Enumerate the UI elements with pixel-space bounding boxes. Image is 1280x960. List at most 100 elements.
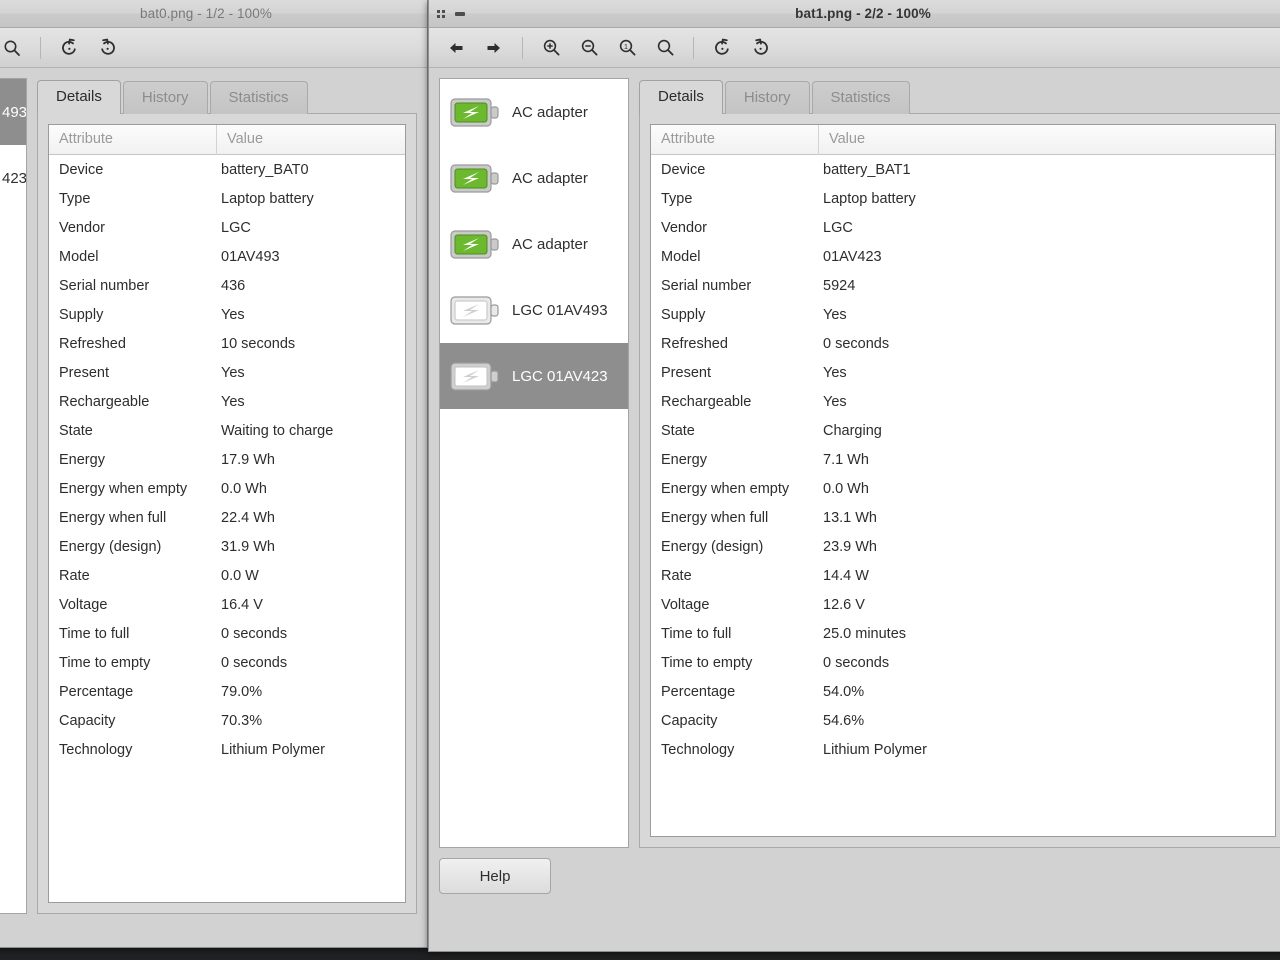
- right-tab-details[interactable]: Details: [639, 80, 723, 114]
- right-device-label-1: AC adapter: [512, 169, 588, 187]
- table-row[interactable]: Serial number 436: [49, 271, 405, 300]
- right-attr-name-1: Type: [661, 190, 693, 207]
- left-header-attribute[interactable]: Attribute: [49, 125, 217, 155]
- right-attr-value-19: 54.6%: [823, 712, 865, 729]
- table-row[interactable]: State Charging: [651, 416, 1275, 445]
- table-row[interactable]: Energy when full 13.1 Wh: [651, 503, 1275, 532]
- table-row[interactable]: Rechargeable Yes: [49, 387, 405, 416]
- table-row[interactable]: Time to empty 0 seconds: [651, 648, 1275, 677]
- left-device-list-item-0[interactable]: 493: [0, 79, 26, 145]
- table-row[interactable]: Time to empty 0 seconds: [49, 648, 405, 677]
- left-tab-statistics[interactable]: Statistics: [209, 81, 308, 114]
- right-window-footer: Help: [429, 858, 1280, 906]
- rotate-right-icon[interactable]: [90, 33, 124, 63]
- minimize-icon[interactable]: [455, 11, 465, 16]
- left-device-list[interactable]: 493 423: [0, 78, 27, 914]
- table-row[interactable]: Device battery_BAT0: [49, 155, 405, 184]
- zoom-fit-icon[interactable]: [648, 33, 682, 63]
- table-row[interactable]: Capacity 70.3%: [49, 706, 405, 735]
- rotate-right-icon[interactable]: [743, 33, 777, 63]
- table-row[interactable]: Vendor LGC: [651, 213, 1275, 242]
- table-row[interactable]: Model 01AV493: [49, 242, 405, 271]
- left-device-list-item-1[interactable]: 423: [0, 145, 26, 211]
- left-attr-name-17: Time to empty: [59, 654, 151, 671]
- right-attr-name-4: Serial number: [661, 277, 752, 294]
- right-tab-content: Attribute Value Device battery_BAT1 Type La…: [639, 113, 1280, 848]
- right-device-list-item-0[interactable]: AC adapter: [440, 79, 628, 145]
- table-row[interactable]: Energy when empty 0.0 Wh: [49, 474, 405, 503]
- rotate-left-icon[interactable]: [705, 33, 739, 63]
- table-row[interactable]: Energy (design) 31.9 Wh: [49, 532, 405, 561]
- left-attr-value-20: Lithium Polymer: [221, 741, 325, 758]
- right-device-list-item-1[interactable]: AC adapter: [440, 145, 628, 211]
- left-window-title: bat0.png - 1/2 - 100%: [140, 6, 272, 21]
- table-row[interactable]: Energy 7.1 Wh: [651, 445, 1275, 474]
- table-row[interactable]: Vendor LGC: [49, 213, 405, 242]
- table-row[interactable]: Refreshed 10 seconds: [49, 329, 405, 358]
- right-attr-value-7: Yes: [823, 364, 847, 381]
- table-row[interactable]: Device battery_BAT1: [651, 155, 1275, 184]
- left-attr-value-17: 0 seconds: [221, 654, 288, 671]
- left-attr-name-11: Energy when empty: [59, 480, 188, 497]
- search-icon[interactable]: [0, 33, 29, 63]
- image-viewer-window-bat0[interactable]: bat0.png - 1/2 - 100% 493 423 Details Hi…: [0, 0, 428, 948]
- image-viewer-window-bat1[interactable]: bat1.png - 2/2 - 100% 1 AC adapter AC ad…: [428, 0, 1280, 952]
- left-tab-details[interactable]: Details: [37, 80, 121, 114]
- rotate-left-icon[interactable]: [52, 33, 86, 63]
- right-attr-value-1: Laptop battery: [823, 190, 916, 207]
- right-titlebar[interactable]: bat1.png - 2/2 - 100%: [429, 0, 1280, 28]
- left-attr-name-15: Voltage: [59, 596, 108, 613]
- left-attr-name-0: Device: [59, 161, 104, 178]
- left-header-value[interactable]: Value: [217, 125, 405, 155]
- table-row[interactable]: Time to full 25.0 minutes: [651, 619, 1275, 648]
- right-device-list-item-4[interactable]: LGC 01AV423: [440, 343, 628, 409]
- table-row[interactable]: Type Laptop battery: [49, 184, 405, 213]
- table-row[interactable]: Percentage 79.0%: [49, 677, 405, 706]
- zoom-normal-icon[interactable]: 1: [610, 33, 644, 63]
- left-tab-history[interactable]: History: [122, 81, 208, 114]
- table-row[interactable]: Energy (design) 23.9 Wh: [651, 532, 1275, 561]
- table-row[interactable]: Type Laptop battery: [651, 184, 1275, 213]
- help-button[interactable]: Help: [439, 858, 551, 894]
- table-row[interactable]: Energy when empty 0.0 Wh: [651, 474, 1275, 503]
- left-table-header: Attribute Value: [49, 125, 405, 155]
- table-row[interactable]: Refreshed 0 seconds: [651, 329, 1275, 358]
- table-row[interactable]: Rate 14.4 W: [651, 561, 1275, 590]
- right-attr-value-12: 13.1 Wh: [823, 509, 877, 526]
- right-device-list-item-2[interactable]: AC adapter: [440, 211, 628, 277]
- right-attr-name-18: Percentage: [661, 683, 736, 700]
- left-window-body: 493 423 Details History Statistics Attri…: [0, 68, 427, 924]
- table-row[interactable]: State Waiting to charge: [49, 416, 405, 445]
- left-device-label-1: 423: [2, 169, 27, 187]
- window-menu-icon[interactable]: [437, 9, 445, 18]
- right-header-attribute[interactable]: Attribute: [651, 125, 819, 155]
- table-row[interactable]: Energy when full 22.4 Wh: [49, 503, 405, 532]
- table-row[interactable]: Capacity 54.6%: [651, 706, 1275, 735]
- zoom-in-icon[interactable]: [534, 33, 568, 63]
- table-row[interactable]: Supply Yes: [651, 300, 1275, 329]
- right-device-list-item-3[interactable]: LGC 01AV493: [440, 277, 628, 343]
- table-row[interactable]: Rate 0.0 W: [49, 561, 405, 590]
- table-row[interactable]: Serial number 5924: [651, 271, 1275, 300]
- table-row[interactable]: Technology Lithium Polymer: [651, 735, 1275, 764]
- table-row[interactable]: Voltage 12.6 V: [651, 590, 1275, 619]
- back-arrow-icon[interactable]: [439, 33, 473, 63]
- table-row[interactable]: Technology Lithium Polymer: [49, 735, 405, 764]
- table-row[interactable]: Time to full 0 seconds: [49, 619, 405, 648]
- table-row[interactable]: Voltage 16.4 V: [49, 590, 405, 619]
- table-row[interactable]: Percentage 54.0%: [651, 677, 1275, 706]
- right-panel: Details History Statistics Attribute Val…: [639, 78, 1280, 848]
- forward-arrow-icon[interactable]: [477, 33, 511, 63]
- table-row[interactable]: Supply Yes: [49, 300, 405, 329]
- table-row[interactable]: Model 01AV423: [651, 242, 1275, 271]
- table-row[interactable]: Present Yes: [651, 358, 1275, 387]
- table-row[interactable]: Present Yes: [49, 358, 405, 387]
- right-header-value[interactable]: Value: [819, 125, 1275, 155]
- left-titlebar[interactable]: bat0.png - 1/2 - 100%: [0, 0, 427, 28]
- right-tab-history[interactable]: History: [724, 81, 810, 114]
- table-row[interactable]: Energy 17.9 Wh: [49, 445, 405, 474]
- right-tab-statistics[interactable]: Statistics: [811, 81, 910, 114]
- zoom-out-icon[interactable]: [572, 33, 606, 63]
- table-row[interactable]: Rechargeable Yes: [651, 387, 1275, 416]
- right-device-list[interactable]: AC adapter AC adapter AC adapter LGC 01AV49…: [439, 78, 629, 848]
